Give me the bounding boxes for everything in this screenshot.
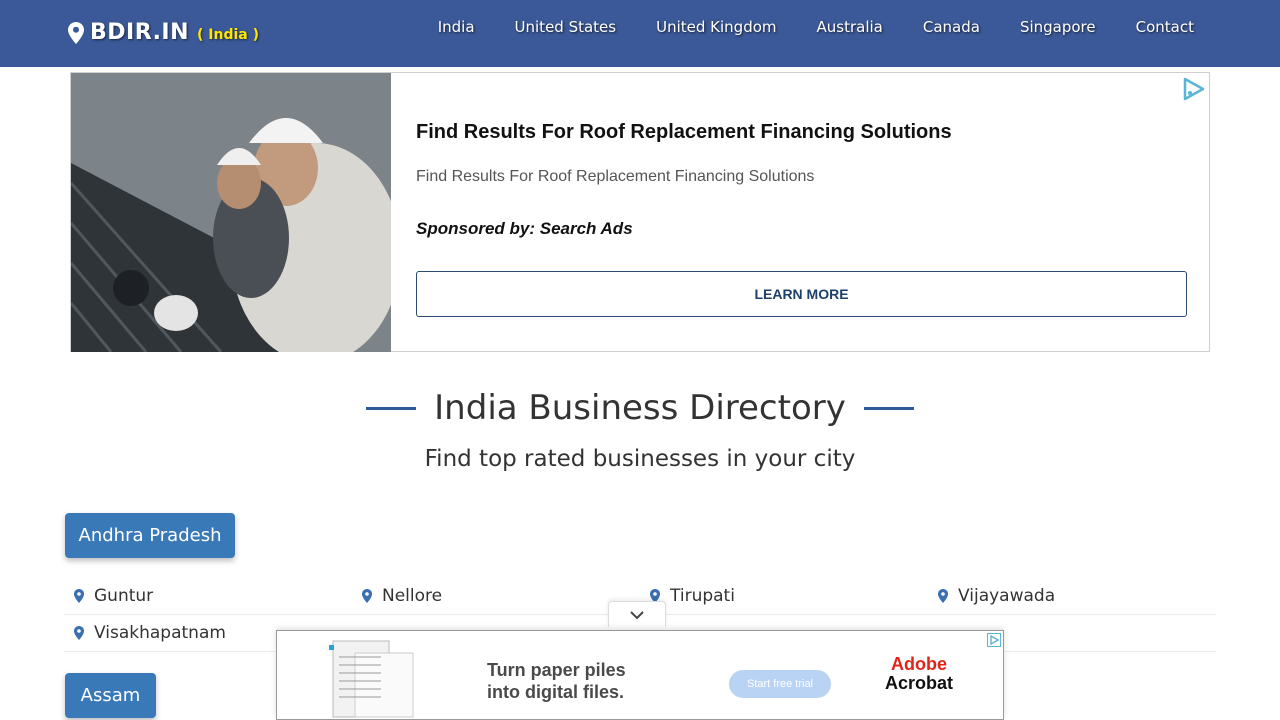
map-pin-icon xyxy=(74,589,84,603)
ad-choices-icon[interactable] xyxy=(1181,77,1205,101)
ad-brand-line-1: Adobe xyxy=(891,654,947,674)
city-link-vijayawada[interactable]: Vijayawada xyxy=(928,578,1216,614)
top-navbar: BDIR.IN ( India ) India United States Un… xyxy=(0,0,1280,67)
nav-link-singapore[interactable]: Singapore xyxy=(1000,18,1116,36)
city-name: Tirupati xyxy=(670,586,735,606)
map-pin-icon xyxy=(74,626,84,640)
sponsored-ad[interactable]: Find Results For Roof Replacement Financ… xyxy=(70,72,1210,352)
ad-sponsor: Sponsored by: Search Ads xyxy=(416,219,633,238)
nav-link-canada[interactable]: Canada xyxy=(903,18,1000,36)
ad-choices-icon[interactable] xyxy=(987,633,1001,647)
city-name: Visakhapatnam xyxy=(94,623,226,643)
nav-links: India United States United Kingdom Austr… xyxy=(418,18,1194,36)
ad-description: Find Results For Roof Replacement Financ… xyxy=(416,168,815,185)
site-logo[interactable]: BDIR.IN ( India ) xyxy=(68,20,259,45)
nav-link-contact[interactable]: Contact xyxy=(1116,18,1194,36)
ad-brand-line-2: Acrobat xyxy=(885,673,954,693)
heading-divider-left xyxy=(366,406,417,410)
bottom-banner-ad[interactable]: Turn paper piles into digital files. Sta… xyxy=(276,630,1004,720)
ad-title[interactable]: Find Results For Roof Replacement Financ… xyxy=(416,121,952,144)
nav-link-united-kingdom[interactable]: United Kingdom xyxy=(636,18,796,36)
document-stack-illustration xyxy=(329,640,414,718)
map-pin-icon xyxy=(362,589,372,603)
ad-promo-line-2: into digital files. xyxy=(487,682,625,702)
city-name: Vijayawada xyxy=(958,586,1056,606)
state-button-assam[interactable]: Assam xyxy=(65,673,156,718)
page-subtitle: Find top rated businesses in your city xyxy=(424,446,856,472)
roofers-illustration xyxy=(71,73,391,352)
city-link-guntur[interactable]: Guntur xyxy=(64,578,352,614)
nav-link-united-states[interactable]: United States xyxy=(495,18,637,36)
nav-link-australia[interactable]: Australia xyxy=(797,18,903,36)
ad-image[interactable] xyxy=(71,73,391,352)
ad-brand: Adobe Acrobat xyxy=(885,655,953,693)
page-heading: India Business Directory xyxy=(0,388,1280,428)
brand-name: BDIR.IN xyxy=(90,20,190,45)
map-pin-icon xyxy=(938,589,948,603)
brand-country: ( India ) xyxy=(197,27,260,43)
city-name: Guntur xyxy=(94,586,154,606)
ad-promo-line-1: Turn paper piles xyxy=(487,660,626,680)
city-link-nellore[interactable]: Nellore xyxy=(352,578,640,614)
chevron-down-icon xyxy=(630,610,644,619)
collapse-ad-button[interactable] xyxy=(608,601,666,627)
city-link-tirupati[interactable]: Tirupati xyxy=(640,578,928,614)
state-button-andhra-pradesh[interactable]: Andhra Pradesh xyxy=(65,513,235,558)
start-free-trial-button[interactable]: Start free trial xyxy=(729,670,831,698)
page-title: India Business Directory xyxy=(434,388,846,428)
learn-more-button[interactable]: LEARN MORE xyxy=(416,271,1187,317)
city-name: Nellore xyxy=(382,586,443,606)
map-pin-icon xyxy=(68,21,84,44)
ad-promo-text: Turn paper piles into digital files. xyxy=(487,659,626,703)
heading-divider-right xyxy=(863,406,914,410)
nav-link-india[interactable]: India xyxy=(418,18,495,36)
